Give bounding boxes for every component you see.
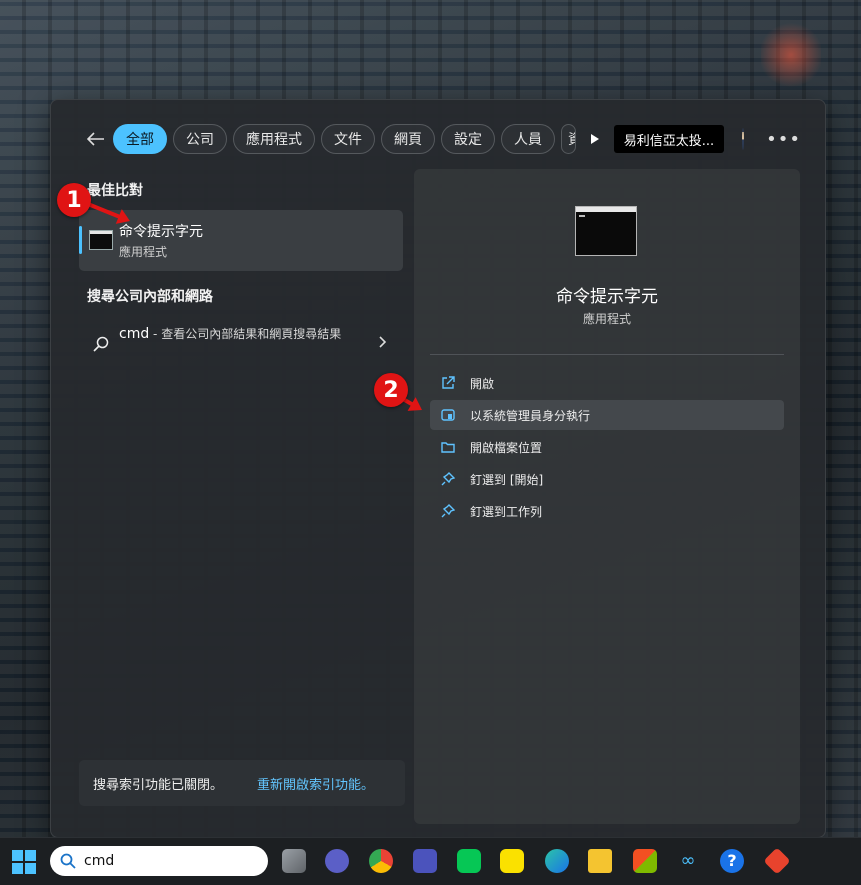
filter-chip-company[interactable]: 公司 bbox=[173, 124, 227, 154]
step-marker-2: 2 bbox=[374, 373, 408, 407]
result-title: 命令提示字元 bbox=[119, 224, 203, 240]
taskbar-search-value: cmd bbox=[84, 853, 115, 869]
search-panel: 全部 公司 應用程式 文件 網頁 設定 人員 資 易利信亞太投... ••• 最… bbox=[50, 99, 826, 838]
action-label: 釘選到 [開始] bbox=[470, 472, 544, 487]
selection-indicator bbox=[79, 226, 82, 254]
best-match-heading: 最佳比對 bbox=[87, 183, 143, 199]
detail-subtitle: 應用程式 bbox=[582, 312, 631, 326]
divider bbox=[430, 354, 784, 355]
action-pin-to-taskbar[interactable]: 釘選到工作列 bbox=[430, 496, 784, 526]
chrome-icon[interactable] bbox=[369, 849, 393, 873]
shield-icon bbox=[440, 407, 456, 423]
pin-icon bbox=[440, 503, 456, 519]
web-search-query: cmd bbox=[119, 326, 150, 342]
command-prompt-large-icon bbox=[575, 206, 637, 256]
avatar[interactable] bbox=[742, 128, 745, 150]
arrow-left-icon bbox=[87, 132, 104, 146]
filter-bar: 全部 公司 應用程式 文件 網頁 設定 人員 資 易利信亞太投... ••• bbox=[87, 124, 801, 154]
start-button[interactable] bbox=[12, 850, 36, 874]
search-icon bbox=[93, 336, 109, 352]
pin-icon bbox=[440, 471, 456, 487]
line-icon[interactable] bbox=[457, 849, 481, 873]
filter-chip-all[interactable]: 全部 bbox=[113, 124, 167, 154]
filter-chip-documents[interactable]: 文件 bbox=[321, 124, 375, 154]
action-pin-to-start[interactable]: 釘選到 [開始] bbox=[430, 464, 784, 494]
edge-icon[interactable] bbox=[545, 849, 569, 873]
web-search-heading: 搜尋公司內部和網路 bbox=[87, 289, 213, 305]
action-label: 以系統管理員身分執行 bbox=[470, 408, 591, 423]
action-open-file-location[interactable]: 開啟檔案位置 bbox=[430, 432, 784, 462]
action-label: 開啟 bbox=[470, 376, 495, 391]
file-explorer-icon[interactable] bbox=[588, 849, 612, 873]
help-icon[interactable]: ? bbox=[720, 849, 744, 873]
action-open[interactable]: 開啟 bbox=[430, 368, 784, 398]
result-type: 應用程式 bbox=[119, 245, 168, 259]
chevron-right-icon[interactable] bbox=[379, 336, 387, 348]
filter-chip-apps[interactable]: 應用程式 bbox=[233, 124, 315, 154]
filter-chip-folders[interactable]: 資 bbox=[561, 124, 576, 154]
organization-button[interactable]: 易利信亞太投... bbox=[613, 125, 725, 153]
action-run-as-admin[interactable]: 以系統管理員身分執行 bbox=[430, 400, 784, 430]
reenable-index-link[interactable]: 重新開啟索引功能。 bbox=[257, 774, 374, 793]
scroll-filters-button[interactable] bbox=[590, 126, 600, 152]
web-search-result[interactable]: cmd - 查看公司內部結果和網頁搜尋結果 bbox=[79, 318, 403, 368]
command-prompt-icon bbox=[89, 230, 113, 250]
open-external-icon bbox=[440, 375, 456, 391]
play-icon bbox=[590, 134, 599, 144]
filter-chip-settings[interactable]: 設定 bbox=[441, 124, 495, 154]
microsoft-store-icon[interactable] bbox=[633, 849, 657, 873]
search-icon bbox=[60, 853, 76, 869]
taskbar: cmd ∞ ? bbox=[0, 837, 861, 885]
meta-icon[interactable]: ∞ bbox=[676, 849, 700, 873]
action-label: 釘選到工作列 bbox=[470, 504, 543, 519]
step-marker-1: 1 bbox=[57, 183, 91, 217]
teams-icon[interactable] bbox=[413, 849, 437, 873]
index-notice: 搜尋索引功能已關閉。 重新開啟索引功能。 bbox=[79, 760, 405, 806]
wallpaper-glow bbox=[761, 20, 821, 90]
teams-chat-icon[interactable] bbox=[325, 849, 349, 873]
folder-icon bbox=[440, 439, 456, 455]
filter-chip-web[interactable]: 網頁 bbox=[381, 124, 435, 154]
filter-chip-people[interactable]: 人員 bbox=[501, 124, 555, 154]
back-button[interactable] bbox=[87, 127, 105, 151]
web-search-description: - 查看公司內部結果和網頁搜尋結果 bbox=[149, 327, 342, 341]
detail-pane: 命令提示字元 應用程式 開啟 以系統管理員身分執行 開啟檔案位置 釘選到 [開始… bbox=[414, 169, 800, 824]
detail-title: 命令提示字元 bbox=[556, 287, 658, 307]
index-off-text: 搜尋索引功能已關閉。 bbox=[93, 777, 224, 793]
action-label: 開啟檔案位置 bbox=[470, 440, 543, 455]
kakaotalk-icon[interactable] bbox=[500, 849, 524, 873]
web-search-text: cmd - 查看公司內部結果和網頁搜尋結果 bbox=[119, 326, 344, 343]
task-view-icon[interactable] bbox=[282, 849, 306, 873]
more-options-button[interactable]: ••• bbox=[766, 129, 801, 150]
taskbar-search-box[interactable]: cmd bbox=[50, 846, 268, 876]
office-icon[interactable] bbox=[763, 847, 791, 875]
